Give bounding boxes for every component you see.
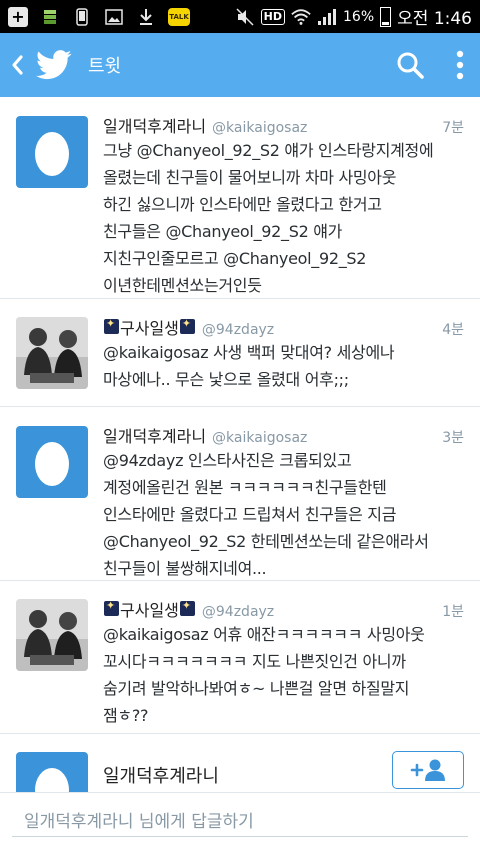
author-handle: @kaikaigosaz [212, 120, 308, 136]
status-bar: + TALK HD 16% 오전 1:46 [0, 0, 480, 33]
default-egg-avatar-icon [35, 132, 69, 176]
tweet-time: 7분 [442, 120, 464, 136]
search-icon [397, 52, 424, 79]
clock: 오전 1:46 [397, 9, 472, 29]
tweet-text: @kaikaigosaz 어휴 애잔ㅋㅋㅋㅋㅋㅋ 사밍아웃 꼬시다ㅋㅋㅋㅋㅋㅋㅋ… [103, 625, 425, 725]
user-photo-avatar-icon [16, 317, 88, 389]
stack-notification-icon [40, 7, 60, 27]
tweet-item[interactable]: 구사일생 @94zdayz 4분 @kaikaigosaz 사생 백퍼 맞대여?… [0, 299, 480, 407]
tweet-text: @kaikaigosaz 사생 백퍼 맞대여? 세상에나 마상에나.. 무슨 낯… [103, 343, 395, 389]
author-name: 일개덕후계라니 [103, 427, 207, 446]
more-options-button[interactable] [440, 33, 480, 97]
hd-voice-icon: HD [260, 8, 286, 25]
author-name: 구사일생 [120, 319, 179, 338]
signal-icon [317, 7, 337, 27]
reply-bar [0, 792, 480, 853]
download-notification-icon [136, 7, 156, 27]
user-photo-avatar-icon [16, 599, 88, 671]
follow-button[interactable] [392, 751, 464, 789]
avatar[interactable] [16, 317, 88, 389]
twitter-bird-icon [36, 50, 72, 80]
mute-icon [235, 7, 255, 27]
tweet-item[interactable]: 구사일생 @94zdayz 1분 @kaikaigosaz 어휴 애잔ㅋㅋㅋㅋㅋ… [0, 581, 480, 734]
author-handle: @94zdayz [201, 604, 275, 620]
author-name: 일개덕후계라니 [103, 117, 207, 136]
phone-notification-icon [72, 7, 92, 27]
author-name: 일개덕후계라니 [103, 766, 219, 787]
author-handle: @94zdayz [201, 322, 275, 338]
battery-percent: 16% [343, 8, 375, 25]
reply-input[interactable] [12, 807, 468, 837]
search-button[interactable] [380, 33, 440, 97]
tweet-time: 4분 [442, 322, 464, 338]
tweet-item[interactable]: 일개덕후계라니 @kaikaigosaz 7분 그냥 @Chanyeol_92_… [0, 97, 480, 299]
plus-notification-icon: + [8, 6, 28, 27]
add-user-icon [410, 759, 445, 781]
battery-icon [380, 6, 392, 27]
avatar[interactable] [16, 426, 88, 498]
more-vertical-icon [456, 50, 464, 80]
tweet-item[interactable]: 일개덕후계라니 @kaikaigosaz 3분 @94zdayz 인스타사진은 … [0, 407, 480, 581]
app-bar: 트윗 [0, 33, 480, 97]
wifi-icon [291, 7, 311, 27]
tweet-text: @94zdayz 인스타사진은 크롭되있고 계정에올린건 원본 ㅋㅋㅋㅋㅋㅋ친구… [103, 451, 429, 578]
chevron-left-icon [12, 55, 23, 75]
tweet-list: 일개덕후계라니 @kaikaigosaz 7분 그냥 @Chanyeol_92_… [0, 97, 480, 824]
author-handle: @kaikaigosaz [212, 430, 308, 446]
tweet-time: 3분 [442, 430, 464, 446]
star-emoji-icon [104, 317, 119, 334]
back-button[interactable] [0, 33, 34, 97]
star-emoji-icon [179, 317, 195, 334]
star-emoji-icon [179, 599, 195, 616]
star-emoji-icon [104, 599, 119, 616]
screen-title: 트윗 [88, 56, 122, 77]
avatar[interactable] [16, 599, 88, 671]
image-notification-icon [104, 7, 124, 27]
kakaotalk-notification-icon: TALK [168, 7, 190, 26]
tweet-text: 그냥 @Chanyeol_92_S2 얘가 인스타랑지계정에 올렸는데 친구들이… [103, 141, 434, 295]
avatar[interactable] [16, 116, 88, 188]
author-name: 구사일생 [120, 601, 179, 620]
default-egg-avatar-icon [35, 442, 69, 486]
tweet-time: 1분 [442, 604, 464, 620]
